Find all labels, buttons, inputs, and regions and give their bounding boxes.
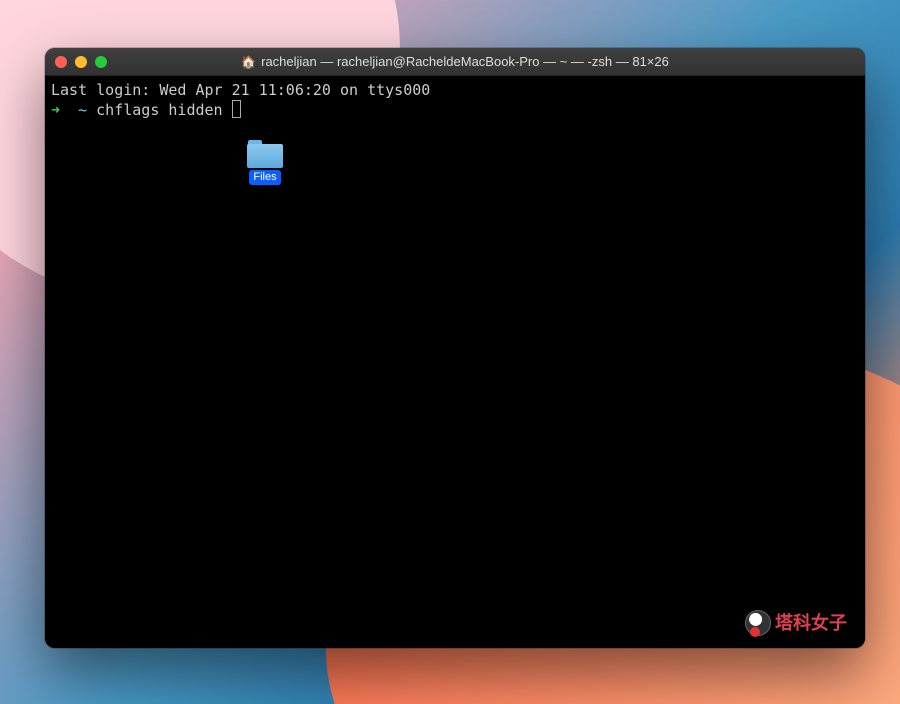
watermark: 塔科女子 [745,610,847,636]
folder-label: Files [249,170,280,185]
terminal-body[interactable]: Last login: Wed Apr 21 11:06:20 on ttys0… [45,76,865,648]
window-title: 🏠 racheljian — racheljian@RacheldeMacBoo… [45,54,865,69]
close-button[interactable] [55,56,67,68]
dragged-folder[interactable]: Files [247,140,283,185]
folder-icon [247,140,283,168]
prompt-cwd: ~ [78,101,87,119]
prompt-line: ➜ ~ chflags hidden [51,100,859,120]
window-title-text: racheljian — racheljian@RacheldeMacBook-… [261,54,669,69]
minimize-button[interactable] [75,56,87,68]
terminal-window: 🏠 racheljian — racheljian@RacheldeMacBoo… [45,48,865,648]
cursor [232,100,241,118]
command-text: chflags hidden [96,101,231,119]
traffic-lights [45,56,107,68]
watermark-text: 塔科女子 [775,611,847,635]
home-icon: 🏠 [241,55,256,69]
titlebar[interactable]: 🏠 racheljian — racheljian@RacheldeMacBoo… [45,48,865,76]
last-login-line: Last login: Wed Apr 21 11:06:20 on ttys0… [51,80,859,100]
maximize-button[interactable] [95,56,107,68]
prompt-arrow: ➜ [51,101,60,119]
watermark-icon [745,610,771,636]
